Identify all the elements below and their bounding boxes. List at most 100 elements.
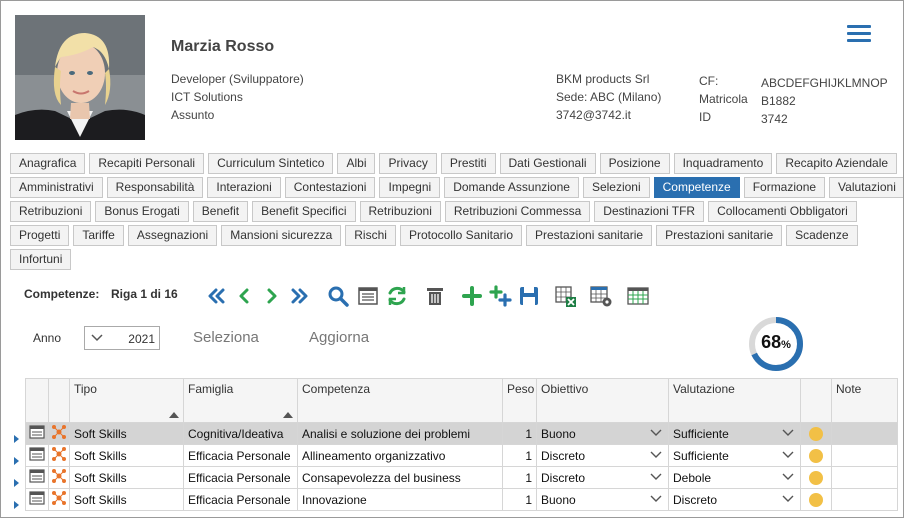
tab-anagrafica[interactable]: Anagrafica <box>10 153 86 174</box>
tab-retribuzioni[interactable]: Retribuzioni <box>10 201 92 222</box>
cell-note[interactable] <box>831 444 898 467</box>
tab-posizione[interactable]: Posizione <box>599 153 670 174</box>
grid-settings-icon[interactable] <box>589 284 613 308</box>
first-record-icon[interactable] <box>204 284 228 308</box>
tab-impegni[interactable]: Impegni <box>379 177 441 198</box>
list-view-icon[interactable] <box>356 284 380 308</box>
row-detail-icon[interactable] <box>25 422 49 445</box>
header-obiettivo[interactable]: Obiettivo <box>536 378 669 423</box>
tab-mansioni-sicurezza[interactable]: Mansioni sicurezza <box>221 225 342 246</box>
tab-collocamenti-obbligatori[interactable]: Collocamenti Obbligatori <box>708 201 857 222</box>
tab-assegnazioni[interactable]: Assegnazioni <box>127 225 218 246</box>
cell-valutazione-select[interactable]: Sufficiente <box>668 422 801 445</box>
tab-tariffe[interactable]: Tariffe <box>73 225 124 246</box>
tab-protocollo-sanitario[interactable]: Protocollo Sanitario <box>399 225 522 246</box>
previous-record-icon[interactable] <box>232 284 256 308</box>
aggiorna-button[interactable]: Aggiorna <box>309 329 369 346</box>
header-peso[interactable]: Peso <box>502 378 537 423</box>
tab-retribuzioni-commessa[interactable]: Retribuzioni Commessa <box>444 201 591 222</box>
tab-prestiti[interactable]: Prestiti <box>440 153 496 174</box>
tab-progetti[interactable]: Progetti <box>10 225 70 246</box>
chevron-down-icon[interactable] <box>782 472 794 482</box>
table-row[interactable]: Soft Skills Efficacia Personale Innovazion… <box>25 488 898 511</box>
tab-privacy[interactable]: Privacy <box>379 153 437 174</box>
tab-destinazioni-tfr[interactable]: Destinazioni TFR <box>594 201 705 222</box>
cell-note[interactable] <box>831 466 898 489</box>
header-competenza[interactable]: Competenza <box>297 378 503 423</box>
tab-prestazioni-sanitarie[interactable]: Prestazioni sanitarie <box>526 225 653 246</box>
row-network-icon[interactable] <box>48 488 70 511</box>
sort-asc-icon[interactable] <box>283 412 293 418</box>
tab-inquadramento[interactable]: Inquadramento <box>673 153 773 174</box>
row-network-icon[interactable] <box>48 444 70 467</box>
export-excel-icon[interactable] <box>554 284 578 308</box>
chevron-down-icon[interactable] <box>650 428 662 438</box>
table-row[interactable]: Soft Skills Efficacia Personale Consapevol… <box>25 466 898 489</box>
row-network-icon[interactable] <box>48 422 70 445</box>
cell-obiettivo-select[interactable]: Buono <box>536 422 669 445</box>
delete-icon[interactable] <box>423 284 447 308</box>
tab-bonus-erogati[interactable]: Bonus Erogati <box>95 201 189 222</box>
row-expand-icon[interactable] <box>14 501 19 509</box>
table-row[interactable]: Soft Skills Efficacia Personale Allineamen… <box>25 444 898 467</box>
last-record-icon[interactable] <box>288 284 312 308</box>
cell-note[interactable] <box>831 422 898 445</box>
add-icon[interactable] <box>460 284 484 308</box>
tab-scadenze[interactable]: Scadenze <box>786 225 858 246</box>
tab-amministrativi[interactable]: Amministrativi <box>10 177 103 198</box>
chevron-down-icon[interactable] <box>782 494 794 504</box>
add-multiple-icon[interactable] <box>488 284 512 308</box>
row-expand-icon[interactable] <box>14 457 19 465</box>
tab-prestazioni-sanitarie[interactable]: Prestazioni sanitarie <box>656 225 783 246</box>
anno-select[interactable]: 2021 <box>84 326 160 350</box>
tab-recapiti-personali[interactable]: Recapiti Personali <box>89 153 205 174</box>
table-view-icon[interactable] <box>626 284 650 308</box>
cell-valutazione-select[interactable]: Discreto <box>668 488 801 511</box>
hamburger-menu-icon[interactable] <box>847 25 871 45</box>
chevron-down-icon[interactable] <box>650 450 662 460</box>
header-famiglia[interactable]: Famiglia <box>183 378 298 423</box>
table-row[interactable]: Soft Skills Cognitiva/Ideativa Analisi e s… <box>25 422 898 445</box>
tab-interazioni[interactable]: Interazioni <box>207 177 281 198</box>
header-tipo[interactable]: Tipo <box>69 378 184 423</box>
row-network-icon[interactable] <box>48 466 70 489</box>
chevron-down-icon[interactable] <box>650 494 662 504</box>
tab-competenze[interactable]: Competenze <box>653 177 740 198</box>
cell-valutazione-select[interactable]: Debole <box>668 466 801 489</box>
sort-asc-icon[interactable] <box>169 412 179 418</box>
tab-dati-gestionali[interactable]: Dati Gestionali <box>499 153 596 174</box>
tab-benefit-specifici[interactable]: Benefit Specifici <box>252 201 356 222</box>
chevron-down-icon[interactable] <box>782 428 794 438</box>
tab-benefit[interactable]: Benefit <box>192 201 249 222</box>
save-icon[interactable] <box>517 284 541 308</box>
tab-domande-assunzione[interactable]: Domande Assunzione <box>444 177 579 198</box>
tab-responsabilita[interactable]: Responsabilità <box>106 177 204 198</box>
cell-obiettivo-select[interactable]: Discreto <box>536 444 669 467</box>
chevron-down-icon[interactable] <box>782 450 794 460</box>
tab-formazione[interactable]: Formazione <box>743 177 826 198</box>
cell-note[interactable] <box>831 488 898 511</box>
tab-infortuni[interactable]: Infortuni <box>10 249 72 270</box>
next-record-icon[interactable] <box>260 284 284 308</box>
header-note[interactable]: Note <box>831 378 898 423</box>
row-detail-icon[interactable] <box>25 488 49 511</box>
seleziona-button[interactable]: Seleziona <box>193 329 259 346</box>
tab-albi[interactable]: Albi <box>337 153 376 174</box>
tab-curriculum-sintetico[interactable]: Curriculum Sintetico <box>208 153 334 174</box>
cell-obiettivo-select[interactable]: Buono <box>536 488 669 511</box>
refresh-icon[interactable] <box>385 284 409 308</box>
row-detail-icon[interactable] <box>25 466 49 489</box>
cell-valutazione-select[interactable]: Sufficiente <box>668 444 801 467</box>
tab-selezioni[interactable]: Selezioni <box>582 177 650 198</box>
row-detail-icon[interactable] <box>25 444 49 467</box>
tab-valutazioni[interactable]: Valutazioni <box>829 177 903 198</box>
row-expand-icon[interactable] <box>14 435 19 443</box>
tab-rischi[interactable]: Rischi <box>345 225 396 246</box>
search-icon[interactable] <box>326 284 350 308</box>
tab-contestazioni[interactable]: Contestazioni <box>284 177 376 198</box>
cell-obiettivo-select[interactable]: Discreto <box>536 466 669 489</box>
header-valutazione[interactable]: Valutazione <box>668 378 801 423</box>
row-expand-icon[interactable] <box>14 479 19 487</box>
chevron-down-icon[interactable] <box>650 472 662 482</box>
tab-retribuzioni[interactable]: Retribuzioni <box>359 201 441 222</box>
